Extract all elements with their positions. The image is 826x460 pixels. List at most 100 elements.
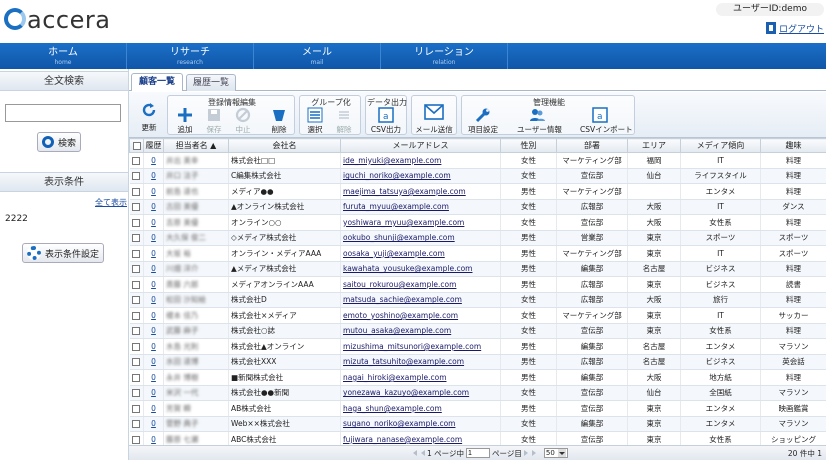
history-count-link[interactable]: 0 <box>143 245 164 262</box>
row-checkbox[interactable] <box>129 354 144 370</box>
email-link[interactable]: oosaka_yuji@example.com <box>340 245 501 262</box>
row-checkbox[interactable] <box>129 261 144 277</box>
history-count-link[interactable]: 0 <box>143 338 164 355</box>
table-row[interactable]: 0 吉原 美優 オンライン○○ yoshiwara_myuu@example.com 女… <box>129 214 826 231</box>
history-count-link[interactable]: 0 <box>143 214 164 231</box>
last-page-icon[interactable] <box>530 449 538 458</box>
show-all-link[interactable]: 全て表示 <box>95 197 127 208</box>
email-link[interactable]: nagai_hiroki@example.com <box>340 369 501 386</box>
email-link[interactable]: saitou_rokurou@example.com <box>340 276 501 293</box>
history-count-link[interactable]: 0 <box>143 261 164 277</box>
email-link[interactable]: fujiwara_nanase@example.com <box>340 431 501 445</box>
email-link[interactable]: mutou_asaka@example.com <box>340 323 501 339</box>
col-history[interactable]: 履歴 <box>143 138 164 153</box>
table-row[interactable]: 0 井出 美幸 株式会社□□ ide_miyuki@example.com 女性 マーケテ… <box>129 152 826 169</box>
row-checkbox[interactable] <box>129 230 144 246</box>
col-email[interactable]: メールアドレス <box>340 138 501 153</box>
email-link[interactable]: furuta_myuu@example.com <box>340 199 501 215</box>
row-checkbox[interactable] <box>129 214 144 231</box>
history-count-link[interactable]: 0 <box>143 385 164 401</box>
history-count-link[interactable]: 0 <box>143 431 164 445</box>
history-count-link[interactable]: 0 <box>143 199 164 215</box>
page-number-input[interactable] <box>466 448 491 458</box>
col-hobby[interactable]: 趣味 <box>760 138 826 153</box>
fulltext-search-input[interactable] <box>5 104 121 122</box>
row-checkbox[interactable] <box>129 199 144 215</box>
nav-research[interactable]: リサーチ research <box>127 43 254 69</box>
table-row[interactable]: 0 榎本 佳乃 株式会社×メディア emoto_yoshino@example.com… <box>129 307 826 324</box>
row-checkbox[interactable] <box>129 369 144 386</box>
table-row[interactable]: 0 前島 達也 メディア●● maejima_tatsuya@example.com 男… <box>129 183 826 200</box>
email-link[interactable]: yoshiwara_myuu@example.com <box>340 214 501 231</box>
row-checkbox[interactable] <box>129 168 144 184</box>
table-row[interactable]: 0 芳賀 瞬 AB株式会社 haga_shun@example.com 男性 宣伝部 東京エ… <box>129 400 826 417</box>
history-count-link[interactable]: 0 <box>143 307 164 324</box>
email-link[interactable]: haga_shun@example.com <box>340 400 501 417</box>
table-row[interactable]: 0 水島 光則 株式会社▲オンライン mizushima_mitsunori@exam… <box>129 338 826 355</box>
row-checkbox[interactable] <box>129 431 144 445</box>
email-link[interactable]: iguchi_noriko@example.com <box>340 168 501 184</box>
history-count-link[interactable]: 0 <box>143 400 164 417</box>
display-condition-settings-button[interactable]: 表示条件設定 <box>22 243 105 263</box>
tab-history-list[interactable]: 履歴一覧 <box>186 74 236 91</box>
history-count-link[interactable]: 0 <box>143 168 164 184</box>
row-checkbox[interactable] <box>129 152 144 169</box>
next-page-icon[interactable] <box>522 449 530 458</box>
table-row[interactable]: 0 大久保 俊二 ◇メディア株式会社 ookubo_shunji@example.co… <box>129 230 826 246</box>
row-checkbox[interactable] <box>129 183 144 200</box>
table-row[interactable]: 0 水田 達博 株式会社XXX mizuta_tatsuhito@example.co… <box>129 354 826 370</box>
email-link[interactable]: maejima_tatsuya@example.com <box>340 183 501 200</box>
email-link[interactable]: ookubo_shunji@example.com <box>340 230 501 246</box>
row-checkbox[interactable] <box>129 416 144 432</box>
logout-link[interactable]: ログアウト <box>766 21 824 35</box>
table-row[interactable]: 0 松田 沙知絵 株式会社D matsuda_sachie@example.com 女性… <box>129 292 826 308</box>
col-contact-name[interactable]: 担当者名 ▲ <box>163 138 229 153</box>
email-link[interactable]: ide_miyuki@example.com <box>340 152 501 169</box>
email-link[interactable]: sugano_noriko@example.com <box>340 416 501 432</box>
history-count-link[interactable]: 0 <box>143 276 164 293</box>
col-department[interactable]: 部署 <box>556 138 628 153</box>
email-link[interactable]: kawahata_yousuke@example.com <box>340 261 501 277</box>
col-media-trend[interactable]: メディア傾向 <box>680 138 761 153</box>
search-button[interactable]: 検索 <box>37 132 82 152</box>
table-row[interactable]: 0 米沢 一代 株式会社●●新聞 yonezawa_kazuyo@example.co… <box>129 385 826 401</box>
row-checkbox[interactable] <box>129 385 144 401</box>
table-row[interactable]: 0 井口 法子 C編集株式会社 iguchi_noriko@example.com 女性… <box>129 168 826 184</box>
history-count-link[interactable]: 0 <box>143 369 164 386</box>
nav-relation[interactable]: リレーション relation <box>381 43 508 69</box>
history-count-link[interactable]: 0 <box>143 183 164 200</box>
prev-page-icon[interactable] <box>419 449 427 458</box>
table-row[interactable]: 0 菅野 典子 Web××株式会社 sugano_noriko@example.com… <box>129 416 826 432</box>
table-row[interactable]: 0 永井 博樹 ■新聞株式会社 nagai_hiroki@example.com 男性編… <box>129 369 826 386</box>
history-count-link[interactable]: 0 <box>143 323 164 339</box>
table-row[interactable]: 0 川畑 洋介 ▲メディア株式会社 kawahata_yousuke@example.… <box>129 261 826 277</box>
col-company[interactable]: 会社名 <box>228 138 341 153</box>
history-count-link[interactable]: 0 <box>143 292 164 308</box>
email-link[interactable]: emoto_yoshino@example.com <box>340 307 501 324</box>
table-row[interactable]: 0 古田 美優 ▲オンライン株式会社 furuta_myuu@example.com 女… <box>129 199 826 215</box>
row-checkbox[interactable] <box>129 323 144 339</box>
email-link[interactable]: mizushima_mitsunori@example.com <box>340 338 501 355</box>
first-page-icon[interactable] <box>411 449 419 458</box>
table-row[interactable]: 0 藤原 七瀬 ABC株式会社 fujiwara_nanase@example.com… <box>129 431 826 445</box>
nav-mail[interactable]: メール mail <box>254 43 381 69</box>
table-row[interactable]: 0 斎藤 六郎 メディアオンラインAAA saitou_rokurou@example… <box>129 276 826 293</box>
email-link[interactable]: yonezawa_kazuyo@example.com <box>340 385 501 401</box>
select-all-checkbox[interactable] <box>129 138 144 153</box>
table-row[interactable]: 0 武藤 麻子 株式会社○誌 mutou_asaka@example.com 女性 宣伝部… <box>129 323 826 339</box>
nav-home[interactable]: ホーム home <box>0 43 127 69</box>
table-row[interactable]: 0 大坂 裕オンライン・メディアAAA oosaka_yuji@example.co… <box>129 245 826 262</box>
tab-customer-list[interactable]: 顧客一覧 <box>131 73 183 91</box>
row-checkbox[interactable] <box>129 245 144 262</box>
email-link[interactable]: matsuda_sachie@example.com <box>340 292 501 308</box>
accera-logo[interactable]: accera <box>4 4 124 38</box>
col-area[interactable]: エリア <box>627 138 681 153</box>
row-checkbox[interactable] <box>129 400 144 417</box>
history-count-link[interactable]: 0 <box>143 416 164 432</box>
per-page-select[interactable]: 50 <box>543 448 568 458</box>
row-checkbox[interactable] <box>129 276 144 293</box>
col-gender[interactable]: 性別 <box>500 138 557 153</box>
history-count-link[interactable]: 0 <box>143 354 164 370</box>
history-count-link[interactable]: 0 <box>143 230 164 246</box>
email-link[interactable]: mizuta_tatsuhito@example.com <box>340 354 501 370</box>
